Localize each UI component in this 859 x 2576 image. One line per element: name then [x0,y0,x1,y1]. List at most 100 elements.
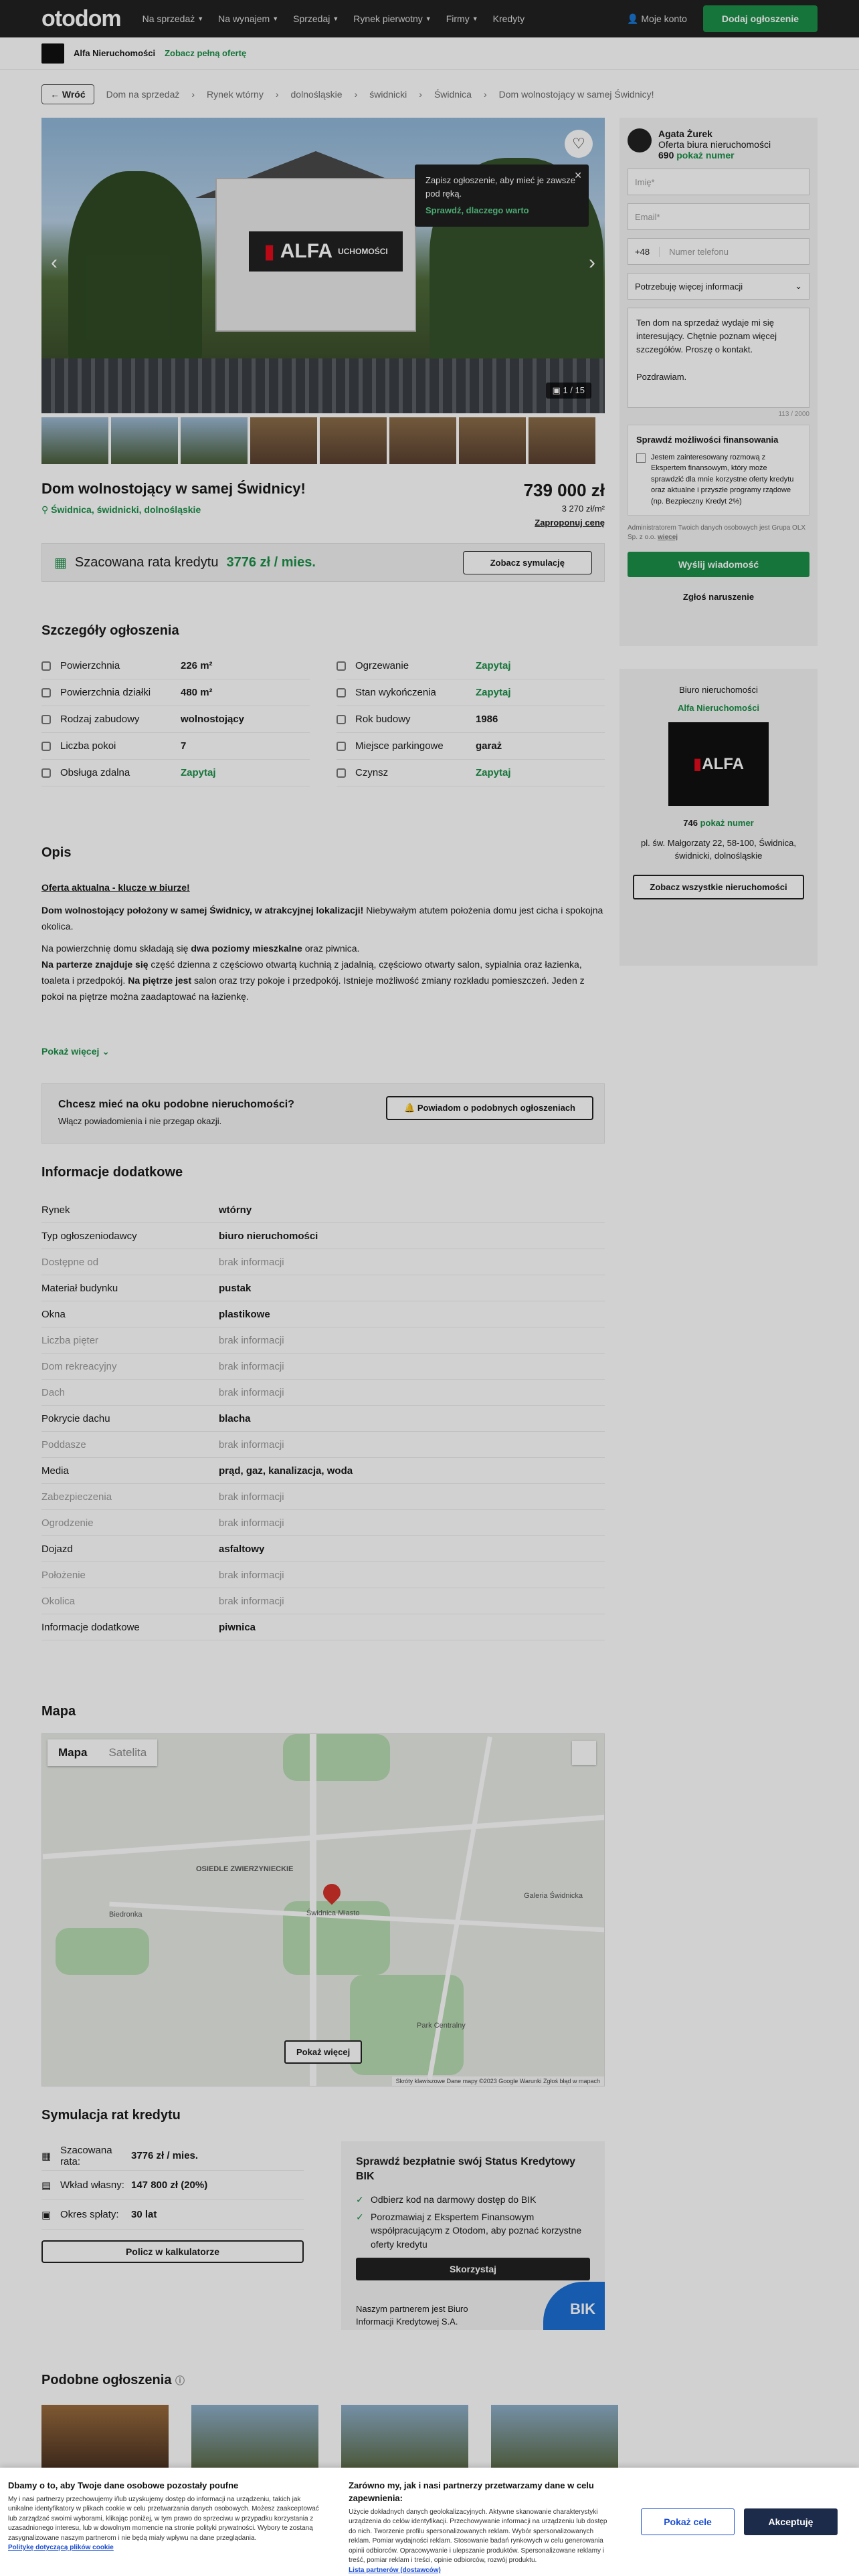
close-icon[interactable]: ✕ [574,169,582,183]
email-field[interactable]: Email* [628,203,809,230]
nav-rent[interactable]: Na wynajem ▼ [218,13,278,24]
similar-card[interactable] [41,2405,169,2468]
nav-sale[interactable]: Na sprzedaż ▼ [142,13,204,24]
chevron-down-icon: ⌄ [795,281,802,291]
phone-field[interactable]: +48 Numer telefonu [628,238,809,265]
agency-name[interactable]: Alfa Nieruchomości [74,48,155,58]
show-more-link[interactable]: Pokaż więcej ⌄ [41,1046,110,1057]
info-value: brak informacji [219,1517,284,1529]
tab-satellite[interactable]: Satelita [98,1739,157,1766]
chevron-left-icon[interactable]: ‹ [51,251,58,274]
bik-button[interactable]: Skorzystaj [356,2257,590,2280]
financing-checkbox[interactable] [636,453,646,463]
all-properties-button[interactable]: Zobacz wszystkie nieruchomości [633,874,804,899]
nav-credits[interactable]: Kredyty [493,13,524,24]
info-row: Dom rekreacyjny brak informacji [41,1354,605,1380]
calculator-button[interactable]: Policz w kalkulatorze [41,2240,304,2263]
detail-value[interactable]: Zapytaj [476,660,605,671]
show-purposes-button[interactable]: Pokaż cele [641,2508,735,2535]
detail-value[interactable]: Zapytaj [476,687,605,698]
detail-icon [41,768,51,778]
detail-value[interactable]: Zapytaj [476,767,605,778]
tab-map[interactable]: Mapa [47,1739,98,1766]
see-simulation-button[interactable]: Zobacz symulację [462,550,592,574]
info-value: brak informacji [219,1360,284,1372]
cookie-policy-link[interactable]: Politykę dotyczącą plików cookie [8,2543,322,2553]
send-message-button[interactable]: Wyślij wiadomość [628,552,809,577]
thumbnail[interactable] [459,417,526,464]
show-number-link[interactable]: pokaż numer [676,150,734,160]
agency-card-logo[interactable]: ▮ ALFA [668,722,769,806]
inquiry-select[interactable]: Potrzebuję więcej informacji ⌄ [628,273,809,300]
detail-row: Liczba pokoi 7 [41,733,310,760]
partners-link[interactable]: Lista partnerów (dostawców) [349,2566,614,2576]
thumbnail[interactable] [529,417,595,464]
detail-row: Ogrzewanie Zapytaj [337,653,605,679]
breadcrumb-item[interactable]: świdnicki [369,89,407,100]
notify-button[interactable]: 🔔 Powiadom o podobnych ogłoszeniach [386,1096,593,1120]
message-textarea[interactable]: Ten dom na sprzedaż wydaje mi się intere… [628,308,809,408]
report-link[interactable]: Zgłoś naruszenie [628,592,809,602]
similar-card[interactable] [341,2405,468,2468]
agency-logo[interactable] [41,43,64,64]
agency-bar: Alfa Nieruchomości Zobacz pełną ofertę [0,37,859,70]
propose-price-link[interactable]: Zaproponuj cenę [524,518,605,528]
cookie-title: Dbamy o to, aby Twoje dane osobowe pozos… [8,2480,239,2490]
info-label: Dostępne od [41,1256,99,1268]
price-per-m2: 3 270 zł/m² [561,504,605,514]
thumbnail[interactable] [250,417,317,464]
nav-sell[interactable]: Sprzedaj ▼ [293,13,339,24]
accept-button[interactable]: Akceptuję [744,2508,838,2535]
save-tooltip: ✕ Zapisz ogłoszenie, aby mieć je zawsze … [415,165,589,227]
show-number-link[interactable]: pokaż numer [700,818,754,828]
heart-icon[interactable]: ♡ [565,130,593,158]
thumbnail[interactable] [389,417,456,464]
info-label: Poddasze [41,1438,86,1451]
info-value: brak informacji [219,1438,284,1451]
photo-gallery[interactable]: ▮ ALFA UCHOMOŚCI ♡ ✕ Zapisz ogłoszenie, ab… [41,118,605,413]
thumbnail[interactable] [320,417,387,464]
otodom-logo[interactable]: otodom [41,6,122,32]
agency-card-name[interactable]: Alfa Nieruchomości [628,703,809,713]
breadcrumb-item[interactable]: Rynek wtórny [207,89,264,100]
breadcrumb-item[interactable]: Świdnica [434,89,472,100]
detail-row: Obsługa zdalna Zapytaj [41,760,310,786]
account-link[interactable]: 👤 Moje konto [627,13,687,25]
thumbnail[interactable] [111,417,178,464]
nav-companies[interactable]: Firmy ▼ [446,13,478,24]
thumbnail[interactable] [41,417,108,464]
country-code[interactable]: +48 [635,246,660,257]
similar-card[interactable] [491,2405,618,2468]
detail-icon [337,768,346,778]
tooltip-link[interactable]: Sprawdź, dlaczego warto [425,204,578,217]
map-label: OSIEDLE ZWIERZYNIECKIE [196,1865,294,1873]
nav-primary-market[interactable]: Rynek pierwotny ▼ [353,13,431,24]
info-label: Materiał budynku [41,1282,118,1294]
info-value: brak informacji [219,1334,284,1346]
back-button[interactable]: ← Wróć [41,84,94,104]
similar-card[interactable] [191,2405,318,2468]
loan-row: ▤ Wkład własny: 147 800 zł (20%) [41,2171,304,2200]
detail-value[interactable]: Zapytaj [181,767,310,778]
chevron-right-icon[interactable]: › [589,251,595,274]
agency-address: pl. św. Małgorzaty 22, 58-100, Świdnica,… [641,838,796,861]
photo-counter: ▣ 1 / 15 [545,383,591,399]
thumbnail[interactable] [181,417,248,464]
breadcrumb-item[interactable]: Dom na sprzedaż [106,89,180,100]
listing-address[interactable]: ⚲ Świdnica, świdnicki, dolnośląskie [41,504,605,516]
info-row: Rynek wtórny [41,1197,605,1223]
detail-row: Stan wykończenia Zapytaj [337,679,605,706]
breadcrumb-item[interactable]: dolnośląskie [291,89,343,100]
name-field[interactable]: Imię* [628,169,809,195]
fullscreen-icon[interactable] [572,1741,596,1765]
loan-row: ▦ Szacowana rata: 3776 zł / mies. [41,2141,304,2171]
add-listing-button[interactable]: Dodaj ogłoszenie [702,5,818,32]
map-show-more-button[interactable]: Pokaż więcej [284,2040,363,2064]
privacy-more-link[interactable]: więcej [658,534,678,541]
thumbnail-strip [41,417,605,464]
full-offer-link[interactable]: Zobacz pełną ofertę [165,48,246,58]
map[interactable]: OSIEDLE ZWIERZYNIECKIE Galeria Świdnicka… [41,1733,605,2086]
detail-label: Rodzaj zabudowy [60,714,140,725]
detail-row: Czynsz Zapytaj [337,760,605,786]
price-block: 739 000 zł 3 270 zł/m² Zaproponuj cenę [524,480,605,528]
